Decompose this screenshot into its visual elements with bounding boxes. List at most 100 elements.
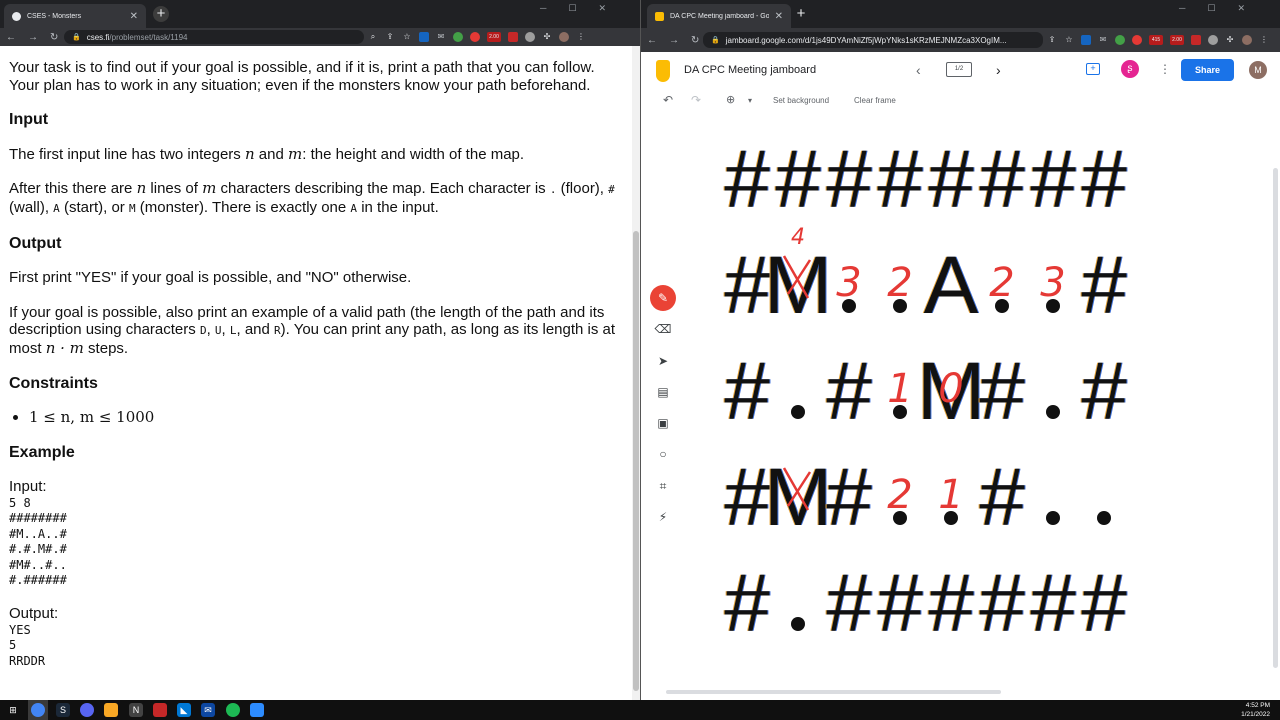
extension-youtube-icon[interactable] [1191,35,1201,45]
bookmark-star-icon[interactable]: ☆ [1064,35,1074,45]
extensions-puzzle-icon[interactable]: ✣ [1225,35,1235,45]
close-window-icon[interactable]: ✕ [598,3,606,14]
sticky-note-icon[interactable]: ▤ [650,379,676,405]
handwritten-annotation[interactable]: 3 [1040,260,1065,306]
next-frame-icon[interactable]: › [996,62,1001,78]
share-icon[interactable]: ⇪ [385,32,395,42]
left-scrollbar[interactable] [632,46,640,700]
windows-start-icon[interactable]: ⊞ [6,703,20,717]
menu-kebab-icon[interactable]: ⋮ [1259,35,1269,45]
extension-badge-icon-2[interactable]: 2.00 [1170,35,1184,45]
handwritten-annotation[interactable]: 2 [887,472,912,518]
extension-blue-icon[interactable] [1081,35,1091,45]
handwritten-annotation[interactable]: 0 [938,366,963,412]
text-box-icon[interactable]: ⌗ [650,473,676,499]
extension-cookie-icon[interactable] [1208,35,1218,45]
minimize-icon[interactable]: ─ [1179,3,1185,14]
reload-icon[interactable]: ↻ [691,35,699,46]
left-scrollbar-thumb[interactable] [633,231,639,691]
zoom-taskbar-icon[interactable] [250,703,264,717]
extension-badge-icon[interactable]: 415 [1149,35,1163,45]
canvas-scrollbar-thumb[interactable] [1273,168,1278,668]
extension-mail-icon[interactable]: ✉ [1098,35,1108,45]
redo-icon[interactable]: ↷ [691,93,701,107]
handwritten-annotation[interactable]: 2 [989,260,1014,306]
extensions-puzzle-icon[interactable]: ✣ [542,32,552,42]
select-tool-icon[interactable]: ➤ [650,348,676,374]
handwritten-annotation[interactable]: 4 [791,225,805,250]
new-tab-button[interactable]: + [153,6,169,22]
close-tab-icon[interactable]: ✕ [130,11,138,22]
notion-taskbar-icon[interactable]: N [129,703,143,717]
address-bar[interactable]: 🔒 cses.fi/problemset/task/1194 [64,30,364,44]
handwritten-annotation[interactable]: 1 [938,472,963,518]
forward-icon[interactable]: → [669,35,679,46]
bookmark-star-icon[interactable]: ☆ [402,32,412,42]
eraser-tool-icon[interactable]: ⌫ [650,316,676,342]
extension-badge-icon[interactable]: 2.00 [487,32,501,42]
extension-red-icon[interactable] [1132,35,1142,45]
frame-indicator[interactable]: 1/2 [946,62,972,77]
new-tab-button[interactable]: + [793,6,809,22]
laser-tool-icon[interactable]: ⚡ [650,504,676,530]
extension-mail-icon[interactable]: ✉ [436,32,446,42]
close-window-icon[interactable]: ✕ [1237,3,1245,14]
collaborator-avatar[interactable]: ʂ [1121,60,1139,78]
prev-frame-icon[interactable]: ‹ [916,62,921,78]
maximize-icon[interactable]: ☐ [1207,3,1215,14]
handwritten-annotation[interactable]: 1 [887,366,912,412]
extension-red-icon[interactable] [470,32,480,42]
minimize-icon[interactable]: ─ [540,3,546,14]
jamboard-logo-icon[interactable] [656,60,670,82]
recorder-taskbar-icon[interactable] [153,703,167,717]
extension-green-icon[interactable] [453,32,463,42]
grid-floor-dot [1097,511,1111,525]
chrome-taskbar-icon[interactable] [31,703,45,717]
forward-icon[interactable]: → [28,32,38,43]
set-background-button[interactable]: Set background [773,96,829,105]
close-tab-icon[interactable]: ✕ [775,11,783,22]
file-explorer-icon[interactable] [104,703,118,717]
tab-jamboard[interactable]: DA CPC Meeting jamboard - Google Ja ✕ [647,4,791,28]
steam-taskbar-icon[interactable]: S [56,703,70,717]
canvas-scrollbar[interactable] [1272,116,1280,700]
undo-icon[interactable]: ↶ [663,93,673,107]
address-bar[interactable]: 🔒 jamboard.google.com/d/1js49DYAmNiZf5jW… [703,32,1043,48]
tab-cses-monsters[interactable]: CSES - Monsters ✕ [4,4,146,28]
maximize-icon[interactable]: ☐ [568,3,576,14]
pen-tool-icon[interactable]: ✎ [650,285,676,311]
user-avatar[interactable]: M [1249,61,1267,79]
share-button[interactable]: Share [1181,59,1234,81]
handwritten-annotation[interactable]: 3 [836,260,861,306]
input-label: Input: [9,478,47,496]
zoom-icon[interactable]: ⌕ [368,32,378,42]
zoom-dropdown-icon[interactable]: ▾ [748,96,752,105]
present-icon[interactable]: + [1086,63,1100,75]
extension-cookie-icon[interactable] [525,32,535,42]
zoom-icon[interactable]: ⊕ [726,93,735,106]
clear-frame-button[interactable]: Clear frame [854,96,896,105]
vscode-taskbar-icon[interactable]: ◣ [177,703,191,717]
extension-green-icon[interactable] [1115,35,1125,45]
back-icon[interactable]: ← [6,32,16,43]
grid-wall: # [775,134,821,225]
shape-tool-icon[interactable]: ○ [650,441,676,467]
back-icon[interactable]: ← [647,35,657,46]
menu-kebab-icon[interactable]: ⋮ [576,32,586,42]
mail-taskbar-icon[interactable]: ✉ [201,703,215,717]
drawing-canvas[interactable]: # # # # # # # ##M A ## # M# ##M# ## # # # # # #43 2 2 31 02 1 [641,116,1272,700]
extension-youtube-icon[interactable] [508,32,518,42]
doc-title[interactable]: DA CPC Meeting jamboard [684,64,816,76]
profile-avatar[interactable] [1242,35,1252,45]
handwritten-annotation[interactable]: 2 [887,260,912,306]
share-icon[interactable]: ⇪ [1047,35,1057,45]
extension-blue-icon[interactable] [419,32,429,42]
jam-canvas[interactable]: # # # # # # # # # M A # # # M # # # M # # # # # # # # #4 3 2 2 3 1 0 2 1 [641,116,1272,700]
more-options-icon[interactable]: ⋮ [1159,62,1171,76]
discord-taskbar-icon[interactable] [80,703,94,717]
profile-avatar[interactable] [559,32,569,42]
canvas-hscrollbar[interactable] [666,690,1001,694]
spotify-taskbar-icon[interactable] [226,703,240,717]
image-tool-icon[interactable]: ▣ [650,410,676,436]
reload-icon[interactable]: ↻ [50,32,58,43]
